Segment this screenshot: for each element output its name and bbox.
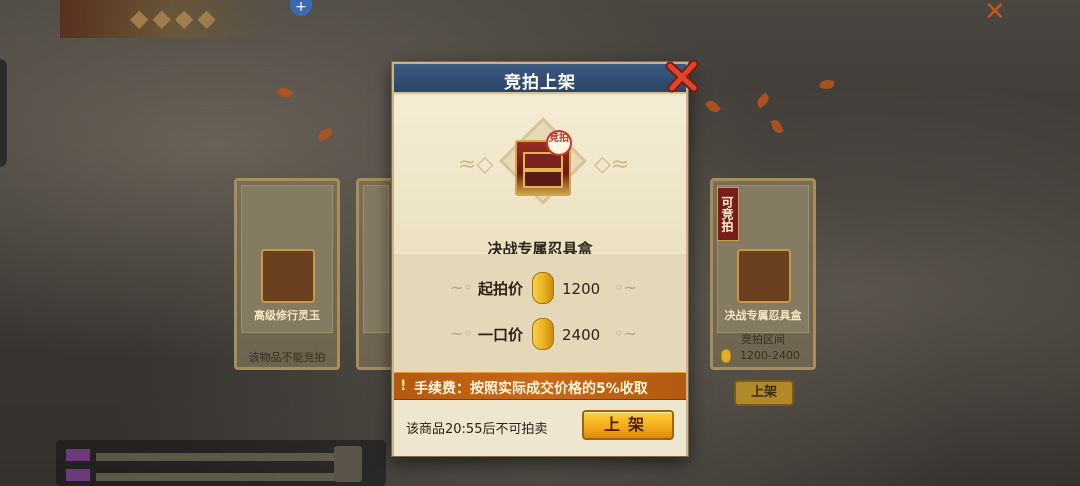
time-limit-notice: 该商品20:55后不可拍卖 xyxy=(406,422,548,437)
ornament-swirl-icon: ◇≈ xyxy=(594,152,630,177)
game-logo: ◆◆◆◆ xyxy=(60,0,280,38)
chat-text xyxy=(96,452,336,461)
card-item-name: 决战专属忍具盒 xyxy=(724,309,802,322)
auction-card[interactable]: 高级修行灵玉 该物品不能竞拍 xyxy=(234,178,340,370)
list-button[interactable]: 上架 xyxy=(582,410,674,440)
item-icon xyxy=(261,249,315,303)
start-price-label: 起拍价 xyxy=(478,280,524,298)
ornament-swirl-icon: ≈◇ xyxy=(458,152,494,177)
item-icon xyxy=(737,249,791,303)
fee-text: 手续费：按照实际成交价格的5%收取 xyxy=(414,381,648,397)
auction-card[interactable]: 可竞拍 决战专属忍具盒 竞拍区间 1200-2400 xyxy=(710,178,816,370)
auction-badge: 竞拍 xyxy=(546,130,572,156)
avatar[interactable] xyxy=(334,446,362,482)
card-inner xyxy=(363,185,389,333)
ornament-right-icon: ◦~ xyxy=(614,278,637,297)
buyout-price-label: 一口价 xyxy=(478,326,524,344)
close-button[interactable] xyxy=(664,58,700,94)
chat-line xyxy=(66,466,366,481)
chat-channel-tag xyxy=(66,449,90,461)
start-price-value: 1200 xyxy=(562,280,601,298)
buyout-price-row: ~◦ 一口价 2400 ◦~ xyxy=(394,318,686,352)
dialog-footer: 该商品20:55后不可拍卖 上架 xyxy=(394,400,686,456)
chat-text xyxy=(96,472,336,481)
corner-ornament-icon: ✕ xyxy=(984,0,1006,27)
coin-icon xyxy=(532,272,554,304)
coin-icon xyxy=(532,318,554,350)
card-item-name: 高级修行灵玉 xyxy=(254,309,320,322)
bid-range-value: 1200-2400 xyxy=(740,349,800,362)
close-icon xyxy=(665,59,699,93)
warning-icon: ! xyxy=(400,378,407,394)
dialog-header: 竞拍上架 xyxy=(394,64,686,94)
ornament-right-icon: ◦~ xyxy=(614,324,637,343)
list-auction-dialog: 竞拍上架 ≈◇ ◇≈ 竞拍 决战专属忍具盒 ~◦ 起拍价 1200 ◦~ ~◦ … xyxy=(392,59,699,456)
dialog-title: 竞拍上架 xyxy=(504,73,576,93)
fee-notice-bar: ! 手续费：按照实际成交价格的5%收取 xyxy=(394,372,686,400)
ornament-left-icon: ~◦ xyxy=(450,278,473,297)
start-price-row: ~◦ 起拍价 1200 ◦~ xyxy=(394,272,686,306)
background-list-button[interactable]: 上架 xyxy=(734,380,794,406)
price-area: ~◦ 起拍价 1200 ◦~ ~◦ 一口价 2400 ◦~ xyxy=(394,254,686,372)
side-handle[interactable] xyxy=(0,58,8,168)
bid-range-label: 竞拍区间 xyxy=(741,333,785,346)
logo-glyphs: ◆◆◆◆ xyxy=(130,4,220,32)
auction-card[interactable] xyxy=(356,178,396,370)
chat-channel-tag xyxy=(66,469,90,481)
item-display: ≈◇ ◇≈ 竞拍 决战专属忍具盒 xyxy=(394,96,686,258)
chat-line xyxy=(66,446,366,461)
buyout-price-value: 2400 xyxy=(562,326,601,344)
biddable-tag: 可竞拍 xyxy=(717,187,739,241)
ornament-left-icon: ~◦ xyxy=(450,324,473,343)
card-footer-text: 该物品不能竞拍 xyxy=(248,351,326,364)
chest-body xyxy=(523,170,563,188)
